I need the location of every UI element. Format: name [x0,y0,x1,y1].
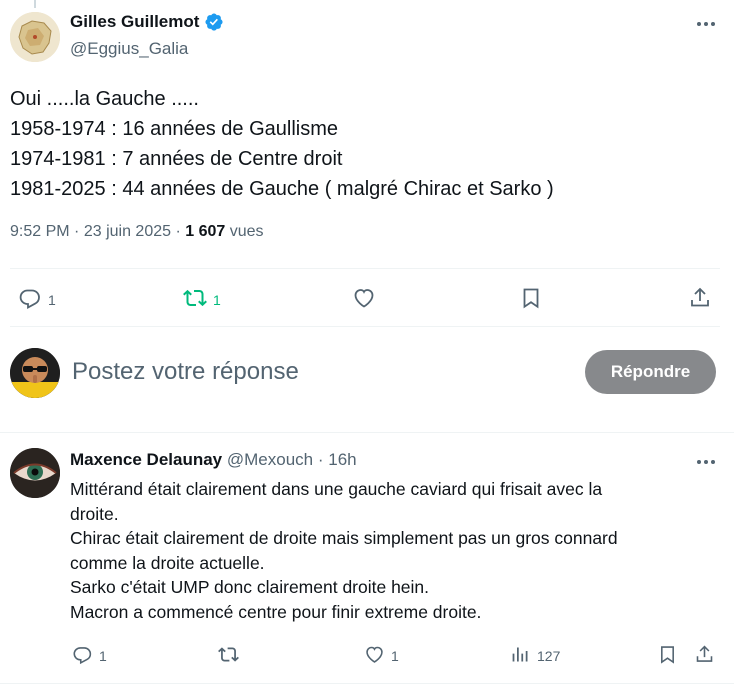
reply-author-name[interactable]: Maxence Delaunay [70,450,222,469]
bookmark-icon [657,644,678,668]
bookmark-button[interactable] [657,644,678,668]
tweet-meta: 9:52 PM · 23 juin 2025 · 1 607 vues [10,223,264,241]
reply-text-line: Chirac était clairement de droite mais s… [70,528,618,548]
user-avatar-image [10,348,60,398]
views-count: 127 [537,648,561,664]
avatar[interactable] [10,348,60,398]
share-icon [694,644,715,668]
reply-input[interactable]: Postez votre réponse [72,358,299,386]
author-name[interactable]: Gilles Guillemot [70,12,199,32]
divider [0,683,734,684]
like-button[interactable] [352,286,382,313]
share-icon [688,286,712,313]
reply-actions: 1 1 127 [0,642,734,668]
views-label: vues [229,223,264,240]
tweet-text-line: 1958-1974 : 16 années de Gaullisme [10,118,339,140]
bookmark-icon [519,286,543,313]
meta-separator: · [74,223,80,240]
repost-icon [183,286,207,313]
tweet-page: Gilles Guillemot @Eggius_Galia Oui .....… [0,0,734,694]
reply-button[interactable]: 1 [18,286,56,313]
reply-button[interactable]: 1 [72,644,107,668]
reply-icon [72,644,93,668]
tweet-text: Oui .....la Gauche ..... 1958-1974 : 16 … [10,84,554,204]
avatar[interactable] [10,12,60,62]
views-count: 1 607 [185,223,226,240]
map-avatar-image [10,12,60,62]
views-icon [510,644,531,668]
meta-separator: · [175,223,181,240]
reply-text-line: Mittérand était clairement dans une gauc… [70,479,603,499]
verified-badge-icon [204,12,224,32]
repost-button[interactable]: 1 [183,286,221,313]
tweet-text-line: Oui .....la Gauche ..... [10,88,199,110]
thread-line [34,0,36,8]
share-button[interactable] [688,286,712,313]
repost-icon [218,644,239,668]
tweet-time[interactable]: 9:52 PM [10,223,70,240]
reply-count: 1 [99,648,107,664]
reply-text-line: Sarko c'était UMP donc clairement droite… [70,577,430,597]
tweet-date[interactable]: 23 juin 2025 [84,223,171,240]
reply-count: 1 [48,291,56,308]
like-icon [352,286,376,313]
divider [10,326,720,327]
tweet-actions: 1 1 [0,280,734,316]
reply-text-line: Macron a commencé centre pour finir extr… [70,601,482,622]
reply-age[interactable]: 16h [328,450,356,469]
views-button[interactable]: 127 [510,644,560,668]
more-icon[interactable] [692,452,720,472]
reply-icon [18,286,42,313]
eye-avatar-image [10,448,60,498]
reply-submit-button[interactable]: Répondre [585,350,716,394]
reply-text: Mittérand était clairement dans une gauc… [70,477,618,624]
tweet-text-line: 1974-1981 : 7 années de Centre droit [10,148,343,170]
divider [0,432,734,433]
avatar[interactable] [10,448,60,498]
divider [10,268,720,269]
more-icon[interactable] [692,14,720,34]
like-count: 1 [391,648,399,664]
like-button[interactable]: 1 [364,644,399,668]
like-icon [364,644,385,668]
share-button[interactable] [694,644,715,668]
repost-button[interactable] [218,644,245,668]
repost-count: 1 [213,291,221,308]
reply-author-handle[interactable]: @Mexouch [227,450,313,469]
reply-header: Maxence Delaunay @Mexouch · 16h [70,450,357,470]
reply-text-line: droite. [70,503,119,524]
author-name-row: Gilles Guillemot [70,12,224,32]
tweet-text-line: 1981-2025 : 44 années de Gauche ( malgré… [10,178,554,200]
reply-text-line: comme la droite actuelle. [70,552,265,573]
meta-separator: · [317,450,324,469]
author-handle[interactable]: @Eggius_Galia [70,39,188,59]
bookmark-button[interactable] [519,286,543,313]
